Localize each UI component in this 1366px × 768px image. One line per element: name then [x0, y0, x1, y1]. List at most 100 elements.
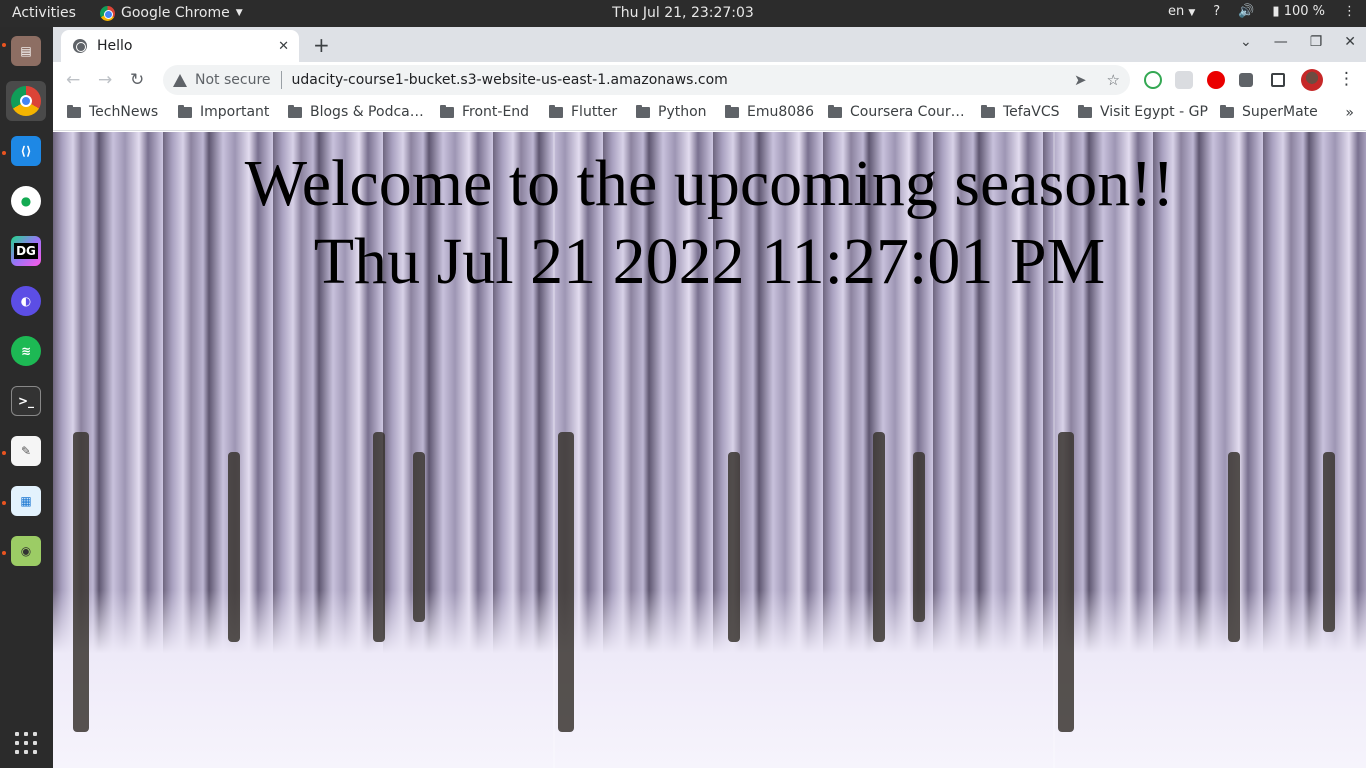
bookmark-folder[interactable]: SuperMate — [1220, 104, 1318, 120]
browser-toolbar: ← → ↻ Not secure udacity-course1-bucket.… — [53, 62, 1366, 98]
tree-trunk — [873, 432, 885, 642]
extension-check-icon[interactable] — [1144, 71, 1162, 89]
system-tray[interactable]: en ▼ ? 🔊 ▮ 100 % ⋮ — [1168, 4, 1356, 19]
system-top-bar: Activities Google Chrome ▼ Thu Jul 21, 2… — [0, 0, 1366, 27]
dock-mongodb-compass[interactable]: ● — [6, 181, 46, 221]
dock-document-viewer[interactable]: ▦ — [6, 481, 46, 521]
dock-datagrip[interactable]: DG — [6, 231, 46, 271]
folder-icon — [549, 104, 563, 118]
bookmark-folder[interactable]: Coursera Cour… — [828, 104, 965, 120]
bookmark-folder[interactable]: TefaVCS — [981, 104, 1060, 120]
menu-kebab-icon[interactable]: ⋮ — [1338, 69, 1355, 89]
folder-icon — [636, 104, 650, 118]
side-panel-icon[interactable] — [1271, 73, 1285, 87]
mongodb-icon: ● — [11, 186, 41, 216]
chevron-down-icon: ▼ — [1188, 8, 1196, 18]
eclipse-icon: ◐ — [11, 286, 41, 316]
help-icon[interactable]: ? — [1213, 4, 1220, 19]
screenshot-tool-icon: ◉ — [11, 536, 41, 566]
tree-trunk — [728, 452, 740, 642]
bookmark-folder[interactable]: Python — [636, 104, 707, 120]
tree-trunk — [373, 432, 385, 642]
folder-icon — [725, 104, 739, 118]
tab-strip: Hello ✕ + ⌄ — ❐ ✕ — [53, 27, 1366, 62]
chrome-icon — [100, 5, 115, 21]
files-icon: ▤ — [11, 36, 41, 66]
activities-button[interactable]: Activities — [12, 5, 76, 21]
extension-opera-icon[interactable] — [1207, 71, 1225, 89]
close-tab-icon[interactable]: ✕ — [278, 39, 289, 54]
maximize-button[interactable]: ❐ — [1310, 34, 1323, 50]
folder-icon — [288, 104, 302, 118]
tree-trunk — [558, 432, 574, 732]
more-bookmarks-button[interactable]: » — [1345, 105, 1354, 121]
profile-avatar[interactable] — [1301, 69, 1323, 91]
tab-hello[interactable]: Hello ✕ — [61, 30, 299, 62]
minimize-button[interactable]: — — [1274, 34, 1288, 50]
folder-icon — [440, 104, 454, 118]
dock-terminal[interactable]: >_ — [6, 381, 46, 421]
tab-title: Hello — [97, 38, 133, 54]
chevron-down-icon: ▼ — [235, 8, 243, 18]
clock[interactable]: Thu Jul 21, 23:27:03 — [612, 5, 754, 21]
dock-vscode[interactable]: ⟨⟩ — [6, 131, 46, 171]
not-secure-label[interactable]: Not secure — [195, 72, 271, 88]
bookmark-folder[interactable]: Front-End — [440, 104, 529, 120]
send-icon[interactable]: ➤ — [1074, 71, 1087, 89]
back-button[interactable]: ← — [66, 70, 80, 90]
warning-icon — [173, 73, 187, 87]
forward-button[interactable]: → — [98, 70, 112, 90]
tree-trunk — [228, 452, 240, 642]
dock-chrome[interactable] — [6, 81, 46, 121]
bookmark-folder[interactable]: TechNews — [67, 104, 158, 120]
battery-indicator[interactable]: ▮ 100 % — [1272, 4, 1325, 19]
network-volume-icons[interactable]: 🔊 — [1238, 4, 1254, 19]
bookmark-star-icon[interactable]: ☆ — [1107, 71, 1120, 89]
dock-screenshot-tool[interactable]: ◉ — [6, 531, 46, 571]
chrome-window: Hello ✕ + ⌄ — ❐ ✕ ← → ↻ Not secure udaci… — [53, 27, 1366, 768]
url-text[interactable]: udacity-course1-bucket.s3-website-us-eas… — [292, 72, 728, 88]
tree-trunk — [1228, 452, 1240, 642]
folder-icon — [981, 104, 995, 118]
page-heading: Welcome to the upcoming season!! — [244, 147, 1175, 220]
address-bar[interactable]: Not secure udacity-course1-bucket.s3-web… — [163, 65, 1130, 95]
show-applications-icon[interactable] — [15, 732, 37, 754]
tree-trunk — [1323, 452, 1335, 632]
bookmarks-bar: TechNews Important Blogs & Podca… Front-… — [53, 98, 1366, 131]
chrome-icon — [11, 86, 41, 116]
bookmark-folder[interactable]: Flutter — [549, 104, 617, 120]
tree-trunk — [73, 432, 89, 732]
app-menu[interactable]: Google Chrome ▼ — [100, 5, 243, 21]
page-datetime: Thu Jul 21 2022 11:27:01 PM — [313, 225, 1106, 298]
text-editor-icon: ✎ — [11, 436, 41, 466]
dock-text-editor[interactable]: ✎ — [6, 431, 46, 471]
extension-shield-icon[interactable] — [1175, 71, 1193, 89]
folder-icon — [67, 104, 81, 118]
page-content: Welcome to the upcoming season!! Thu Jul… — [53, 132, 1366, 768]
folder-icon — [1078, 104, 1092, 118]
terminal-icon: >_ — [11, 386, 41, 416]
power-menu-icon[interactable]: ⋮ — [1343, 4, 1356, 19]
dock: ▤ ⟨⟩ ● DG ◐ ≋ >_ ✎ ▦ ◉ — [0, 27, 53, 768]
tree-trunk — [1058, 432, 1074, 732]
language-indicator[interactable]: en ▼ — [1168, 4, 1195, 19]
new-tab-button[interactable]: + — [313, 33, 330, 57]
dock-files[interactable]: ▤ — [6, 31, 46, 71]
extensions-puzzle-icon[interactable] — [1239, 73, 1253, 87]
globe-icon — [73, 39, 87, 53]
bookmark-folder[interactable]: Important — [178, 104, 269, 120]
bookmark-folder[interactable]: Blogs & Podca… — [288, 104, 424, 120]
tab-search-icon[interactable]: ⌄ — [1240, 34, 1252, 50]
bookmark-folder[interactable]: Emu8086 — [725, 104, 814, 120]
dock-eclipse[interactable]: ◐ — [6, 281, 46, 321]
app-menu-label: Google Chrome — [121, 5, 230, 21]
dock-spotify[interactable]: ≋ — [6, 331, 46, 371]
document-viewer-icon: ▦ — [11, 486, 41, 516]
reload-button[interactable]: ↻ — [130, 70, 144, 90]
folder-icon — [828, 104, 842, 118]
battery-icon: ▮ — [1272, 4, 1280, 19]
close-window-button[interactable]: ✕ — [1344, 34, 1356, 50]
bookmark-folder[interactable]: Visit Egypt - GP — [1078, 104, 1208, 120]
folder-icon — [1220, 104, 1234, 118]
spotify-icon: ≋ — [11, 336, 41, 366]
